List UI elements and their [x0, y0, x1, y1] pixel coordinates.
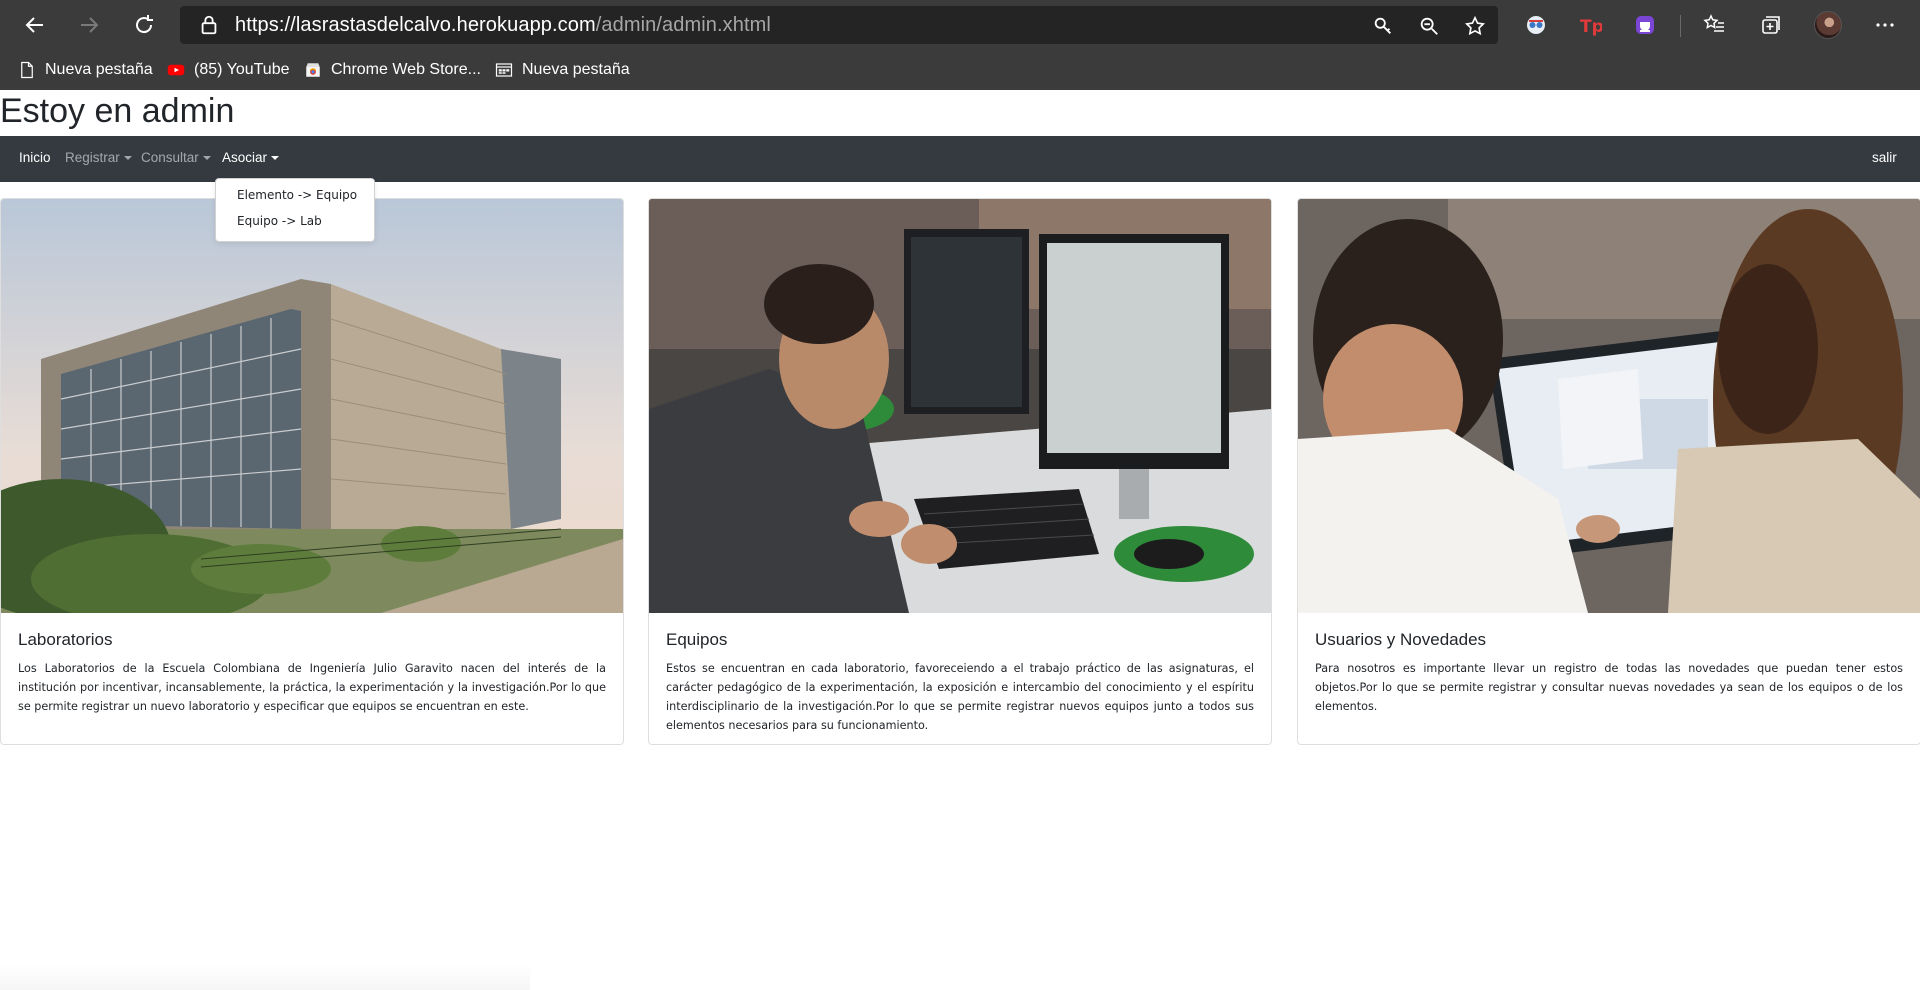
forward-button[interactable] [71, 8, 107, 42]
bookmark-chrome-web-store[interactable]: Chrome Web Store... [304, 59, 481, 81]
extension-purple-icon[interactable] [1632, 12, 1658, 38]
nav-registrar-dropdown[interactable]: Registrar [65, 150, 132, 165]
asociar-dropdown-menu: Elemento -> Equipo Equipo -> Lab [215, 178, 375, 242]
page-title: Estoy en admin [0, 92, 235, 130]
svg-text:Tp: Tp [1580, 17, 1602, 37]
card-laboratorios: Laboratorios Los Laboratorios de la Escu… [0, 198, 624, 745]
zoom-out-icon[interactable] [1418, 15, 1440, 37]
card-title: Laboratorios [18, 630, 113, 649]
card-text: Para nosotros es importante llevar un re… [1315, 662, 1903, 713]
nav-consultar-dropdown[interactable]: Consultar [141, 150, 211, 165]
bookmark-nueva-pestana-2[interactable]: Nueva pestaña [495, 59, 630, 81]
dropdown-item-elemento-equipo[interactable]: Elemento -> Equipo [237, 188, 357, 202]
bookmark-label: Nueva pestaña [522, 61, 630, 78]
chrome-web-store-icon [306, 63, 320, 77]
key-icon[interactable] [1372, 15, 1394, 37]
forward-arrow-icon [81, 17, 99, 33]
page-content: Estoy en admin Inicio Registrar Consulta… [0, 90, 1920, 990]
favorites-list-icon[interactable] [1702, 12, 1728, 38]
nav-salir[interactable]: salir [1872, 150, 1897, 165]
card-image-student-computer [649, 199, 1271, 613]
address-bar[interactable]: https://lasrastasdelcalvo.herokuapp.com/… [180, 6, 1498, 44]
main-navbar: Inicio Registrar Consultar Asociar salir [0, 136, 1920, 182]
grid-page-icon [495, 63, 513, 77]
collections-icon[interactable] [1758, 12, 1784, 38]
card-text: Los Laboratorios de la Escuela Colombian… [18, 662, 606, 713]
nav-asociar-dropdown[interactable]: Asociar [222, 150, 280, 165]
favorite-star-icon[interactable] [1464, 15, 1486, 37]
bookmark-nueva-pestana-1[interactable]: Nueva pestaña [18, 59, 153, 81]
card-image-building [1, 199, 623, 613]
nav-asociar-label: Asociar [222, 150, 268, 165]
caret-down-icon [202, 156, 211, 160]
page-icon [21, 61, 33, 79]
extension-mask-icon[interactable] [1523, 12, 1549, 38]
bookmark-youtube[interactable]: (85) YouTube [167, 59, 289, 81]
refresh-icon [136, 15, 153, 34]
bookmark-label: Nueva pestaña [45, 61, 153, 78]
back-arrow-icon [25, 17, 43, 33]
card-usuarios-novedades: Usuarios y Novedades Para nosotros es im… [1297, 198, 1920, 745]
more-menu-icon[interactable] [1872, 12, 1898, 38]
dropdown-item-equipo-lab[interactable]: Equipo -> Lab [237, 214, 322, 228]
url-path: /admin/admin.xhtml [595, 14, 771, 36]
card-title: Equipos [666, 630, 728, 649]
card-image-students-laptop [1298, 199, 1920, 613]
toolbar-divider [1680, 15, 1681, 37]
profile-avatar[interactable] [1814, 11, 1842, 39]
lock-icon [201, 15, 217, 35]
nav-registrar-label: Registrar [65, 150, 120, 165]
bookmark-label: Chrome Web Store... [331, 61, 481, 78]
bottom-fade [0, 964, 530, 990]
bookmarks-bar: Nueva pestaña (85) YouTube Chrome Web St… [0, 50, 1920, 90]
card-title: Usuarios y Novedades [1315, 630, 1487, 649]
url-host: https://lasrastasdelcalvo.herokuapp.com [235, 14, 596, 36]
url-text[interactable]: https://lasrastasdelcalvo.herokuapp.com/… [235, 14, 771, 37]
browser-toolbar: https://lasrastasdelcalvo.herokuapp.com/… [0, 0, 1920, 50]
bookmark-label: (85) YouTube [194, 61, 290, 78]
refresh-button[interactable] [126, 8, 162, 42]
extension-tp-icon[interactable]: Tp [1577, 12, 1603, 38]
back-button[interactable] [17, 8, 53, 42]
nav-inicio[interactable]: Inicio [19, 150, 51, 165]
card-equipos: Equipos Estos se encuentran en cada labo… [648, 198, 1272, 745]
nav-consultar-label: Consultar [141, 150, 199, 165]
youtube-icon [167, 64, 185, 76]
caret-down-icon [271, 156, 280, 160]
card-text: Estos se encuentran en cada laboratorio,… [666, 662, 1254, 732]
caret-down-icon [123, 156, 132, 160]
